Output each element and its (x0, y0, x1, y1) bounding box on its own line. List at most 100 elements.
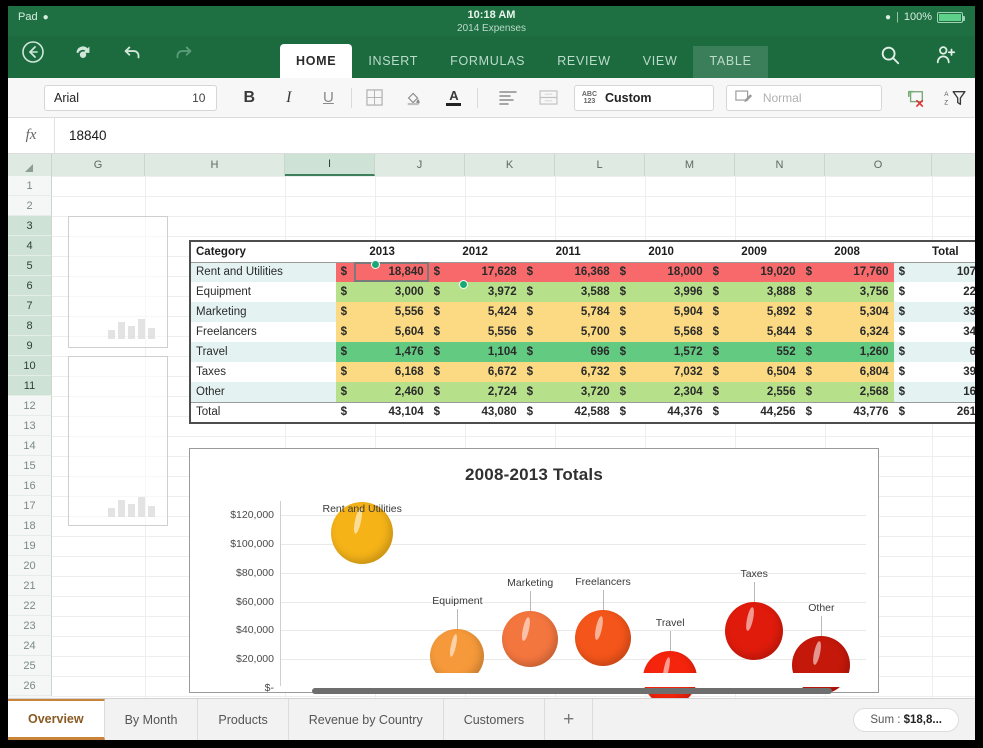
cell-category[interactable]: Travel (191, 342, 336, 362)
cell-value[interactable]: 3,888 (726, 282, 800, 302)
formula-input[interactable]: 18840 (55, 128, 107, 143)
sheet-tab-by-month[interactable]: By Month (105, 699, 199, 740)
cell-value[interactable]: 5,604 (354, 322, 428, 342)
row-header-16[interactable]: 16 (8, 476, 52, 496)
cell-total-value[interactable]: 6,66 (912, 342, 975, 362)
cell-value[interactable]: 3,996 (633, 282, 707, 302)
row-header-9[interactable]: 9 (8, 336, 52, 356)
cell-value[interactable]: 5,700 (540, 322, 614, 342)
table-total-row[interactable]: Total$43,104$43,080$42,588$44,376$44,256… (191, 402, 975, 422)
table-row[interactable]: Marketing$5,556$5,424$5,784$5,904$5,892$… (191, 302, 975, 322)
row-header-21[interactable]: 21 (8, 576, 52, 596)
cell-value[interactable]: 5,784 (540, 302, 614, 322)
cell-value[interactable]: 6,504 (726, 362, 800, 382)
row-header-24[interactable]: 24 (8, 636, 52, 656)
cell-value[interactable]: 2,304 (633, 382, 707, 402)
row-header-5[interactable]: 5 (8, 256, 52, 276)
cell-total-value[interactable]: 43,776 (819, 402, 893, 422)
row-header-14[interactable]: 14 (8, 436, 52, 456)
ribbon-tab-formulas[interactable]: FORMULAS (434, 46, 541, 78)
horizontal-scrollbar[interactable] (312, 688, 832, 694)
cell-value[interactable]: 5,304 (819, 302, 893, 322)
row-header-10[interactable]: 10 (8, 356, 52, 376)
cell-total-value[interactable]: 42,588 (540, 402, 614, 422)
cell-value[interactable]: 3,756 (819, 282, 893, 302)
select-all-corner[interactable] (8, 154, 52, 176)
cell-total-value[interactable]: 39,91 (912, 362, 975, 382)
cell-value[interactable]: 6,804 (819, 362, 893, 382)
person-add-icon[interactable] (931, 40, 961, 70)
back-icon[interactable] (18, 37, 48, 67)
formula-bar[interactable]: fx 18840 (8, 118, 975, 154)
cell-category[interactable]: Equipment (191, 282, 336, 302)
chart-data-point[interactable] (502, 611, 558, 667)
row-header-8[interactable]: 8 (8, 316, 52, 336)
cell-value[interactable]: 18,840 (354, 262, 428, 282)
chart-object[interactable]: 2008-2013 Totals $-$20,000$40,000$60,000… (189, 448, 879, 693)
cell-category[interactable]: Marketing (191, 302, 336, 322)
expense-data-table[interactable]: Category 2013 2012 2011 2010 2009 2008 T… (189, 240, 975, 424)
undo-icon[interactable] (118, 37, 148, 67)
row-header-23[interactable]: 23 (8, 616, 52, 636)
cell-value[interactable]: 5,556 (354, 302, 428, 322)
status-sum-badge[interactable]: Sum : $18,8... (853, 708, 959, 732)
cell-value[interactable]: 17,760 (819, 262, 893, 282)
cell-category[interactable]: Rent and Utilities (191, 262, 336, 282)
cell-value[interactable]: 6,732 (540, 362, 614, 382)
cell-value[interactable]: 2,568 (819, 382, 893, 402)
cell-value[interactable]: 1,260 (819, 342, 893, 362)
cell-total-value[interactable]: 34,59 (912, 322, 975, 342)
row-header-17[interactable]: 17 (8, 496, 52, 516)
column-header-l[interactable]: L (555, 154, 645, 176)
table-row[interactable]: Travel$1,476$1,104$696$1,572$552$1,260$6… (191, 342, 975, 362)
cell-value[interactable]: 7,032 (633, 362, 707, 382)
sheet-tab-revenue-by-country[interactable]: Revenue by Country (289, 699, 444, 740)
selection-handle-top[interactable] (371, 260, 380, 269)
table-row[interactable]: Rent and Utilities$18,840$17,628$16,368$… (191, 262, 975, 282)
cell-total-value[interactable]: 22,20 (912, 282, 975, 302)
column-header-n[interactable]: N (735, 154, 825, 176)
ribbon-tab-review[interactable]: REVIEW (541, 46, 627, 78)
cell-value[interactable]: 5,424 (447, 302, 521, 322)
cell-value[interactable]: 1,476 (354, 342, 428, 362)
placeholder-chart-2[interactable] (68, 356, 168, 526)
add-sheet-button[interactable]: + (545, 699, 593, 740)
row-header-2[interactable]: 2 (8, 196, 52, 216)
cell-value[interactable]: 6,672 (447, 362, 521, 382)
cell-value[interactable]: 3,000 (354, 282, 428, 302)
row-header-3[interactable]: 3 (8, 216, 52, 236)
italic-button[interactable]: I (269, 83, 309, 113)
column-header-j[interactable]: J (375, 154, 465, 176)
cell-total-value[interactable]: 43,104 (354, 402, 428, 422)
row-header-1[interactable]: 1 (8, 176, 52, 196)
cell-value[interactable]: 1,104 (447, 342, 521, 362)
font-color-icon[interactable]: A (434, 83, 474, 113)
cell-value[interactable]: 6,168 (354, 362, 428, 382)
search-icon[interactable] (875, 40, 905, 70)
cell-category[interactable]: Taxes (191, 362, 336, 382)
cell-value[interactable]: 2,724 (447, 382, 521, 402)
autofit-icon[interactable] (896, 83, 936, 113)
column-header-m[interactable]: M (645, 154, 735, 176)
row-header-26[interactable]: 26 (8, 676, 52, 696)
sheet-canvas[interactable]: Category 2013 2012 2011 2010 2009 2008 T… (52, 176, 975, 698)
sheet-tab-customers[interactable]: Customers (444, 699, 545, 740)
cell-value[interactable]: 2,460 (354, 382, 428, 402)
sheet-tab-products[interactable]: Products (198, 699, 288, 740)
align-left-icon[interactable] (489, 83, 529, 113)
column-header-g[interactable]: G (52, 154, 145, 176)
share-icon[interactable] (68, 37, 98, 67)
cell-value[interactable]: 5,568 (633, 322, 707, 342)
row-header-11[interactable]: 11 (8, 376, 52, 396)
selection-handle-bottom[interactable] (459, 280, 468, 289)
underline-button[interactable]: U (309, 83, 349, 113)
cell-value[interactable]: 696 (540, 342, 614, 362)
cell-value[interactable]: 16,368 (540, 262, 614, 282)
cell-value[interactable]: 6,324 (819, 322, 893, 342)
fill-color-icon[interactable] (395, 83, 435, 113)
row-header-19[interactable]: 19 (8, 536, 52, 556)
cell-value[interactable]: 17,628 (447, 262, 521, 282)
cell-total-value[interactable]: 107,61 (912, 262, 975, 282)
cell-value[interactable]: 2,556 (726, 382, 800, 402)
cell-value[interactable]: 5,844 (726, 322, 800, 342)
